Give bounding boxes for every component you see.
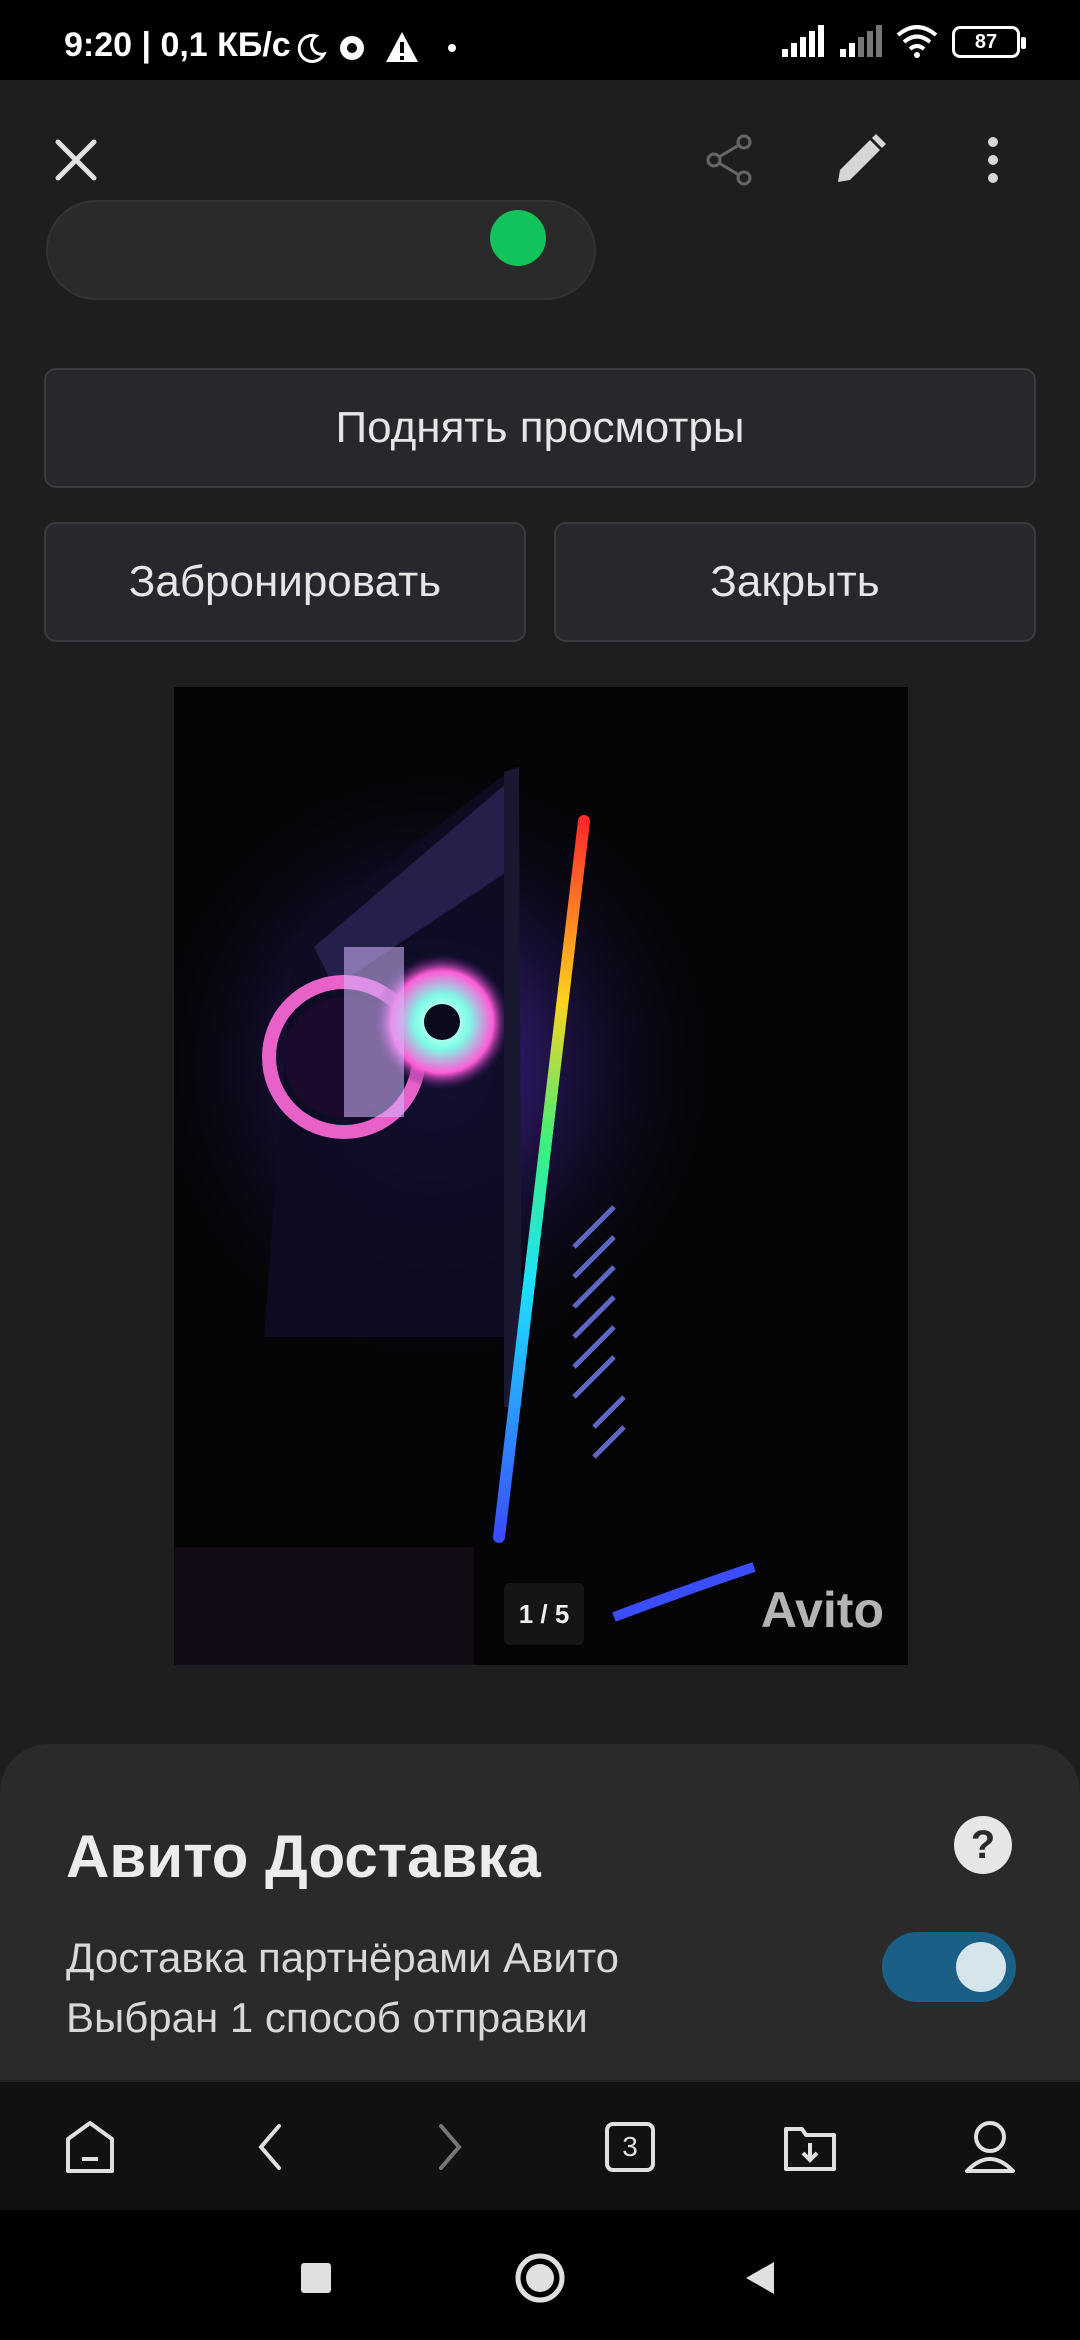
moon-icon	[297, 33, 327, 63]
photo-counter: 1 / 5	[504, 1583, 584, 1645]
boost-views-button[interactable]: Поднять просмотры	[44, 368, 1036, 488]
back-nav-icon[interactable]	[732, 2250, 788, 2306]
close-icon[interactable]	[36, 120, 116, 200]
delivery-title: Авито Доставка	[66, 1823, 541, 1890]
wifi-icon	[896, 25, 938, 58]
profile-icon[interactable]	[960, 2117, 1020, 2177]
ad-screen: Поднять просмотры Забронировать Закрыть	[0, 80, 1080, 2164]
share-icon[interactable]	[690, 120, 770, 200]
warning-icon	[386, 32, 418, 62]
delivery-methods-count: Выбран 1 способ отправки	[66, 1994, 588, 2041]
status-right-icons: 87	[780, 22, 1026, 62]
signal-icon	[782, 25, 824, 57]
browser-bottom-bar: 3	[0, 2080, 1080, 2210]
status-indicator-dot	[490, 210, 546, 266]
alarm-icon	[340, 36, 364, 60]
avito-watermark: Avito	[760, 1582, 884, 1638]
back-icon[interactable]	[240, 2117, 300, 2177]
home-button-icon[interactable]	[512, 2250, 568, 2306]
close-ad-button[interactable]: Закрыть	[554, 522, 1036, 642]
pc-case-image	[174, 687, 908, 1665]
tabs-icon[interactable]: 3	[600, 2117, 660, 2177]
downloads-icon[interactable]	[780, 2117, 840, 2177]
signal-roaming-icon	[840, 25, 882, 57]
status-bar: 9:20 | 0,1 КБ/с 87	[0, 0, 1080, 80]
forward-icon[interactable]	[420, 2117, 480, 2177]
home-icon[interactable]	[60, 2117, 120, 2177]
pencil-icon[interactable]	[820, 120, 900, 200]
tabs-count: 3	[605, 2122, 655, 2172]
more-vert-icon[interactable]	[953, 120, 1033, 200]
toggle-knob	[956, 1942, 1006, 1992]
system-nav-bar	[0, 2210, 1080, 2340]
delivery-description: Доставка партнёрами Авито	[66, 1934, 619, 1981]
status-time: 9:20 | 0,1 КБ/с	[64, 26, 291, 64]
reserve-button[interactable]: Забронировать	[44, 522, 526, 642]
dot-indicator	[448, 44, 456, 52]
recents-icon[interactable]	[288, 2250, 344, 2306]
delivery-toggle[interactable]	[882, 1932, 1016, 2002]
battery-indicator: 87	[952, 26, 1026, 58]
help-icon[interactable]: ?	[954, 1816, 1012, 1874]
ad-photo[interactable]: 1 / 5 Avito	[174, 687, 908, 1665]
